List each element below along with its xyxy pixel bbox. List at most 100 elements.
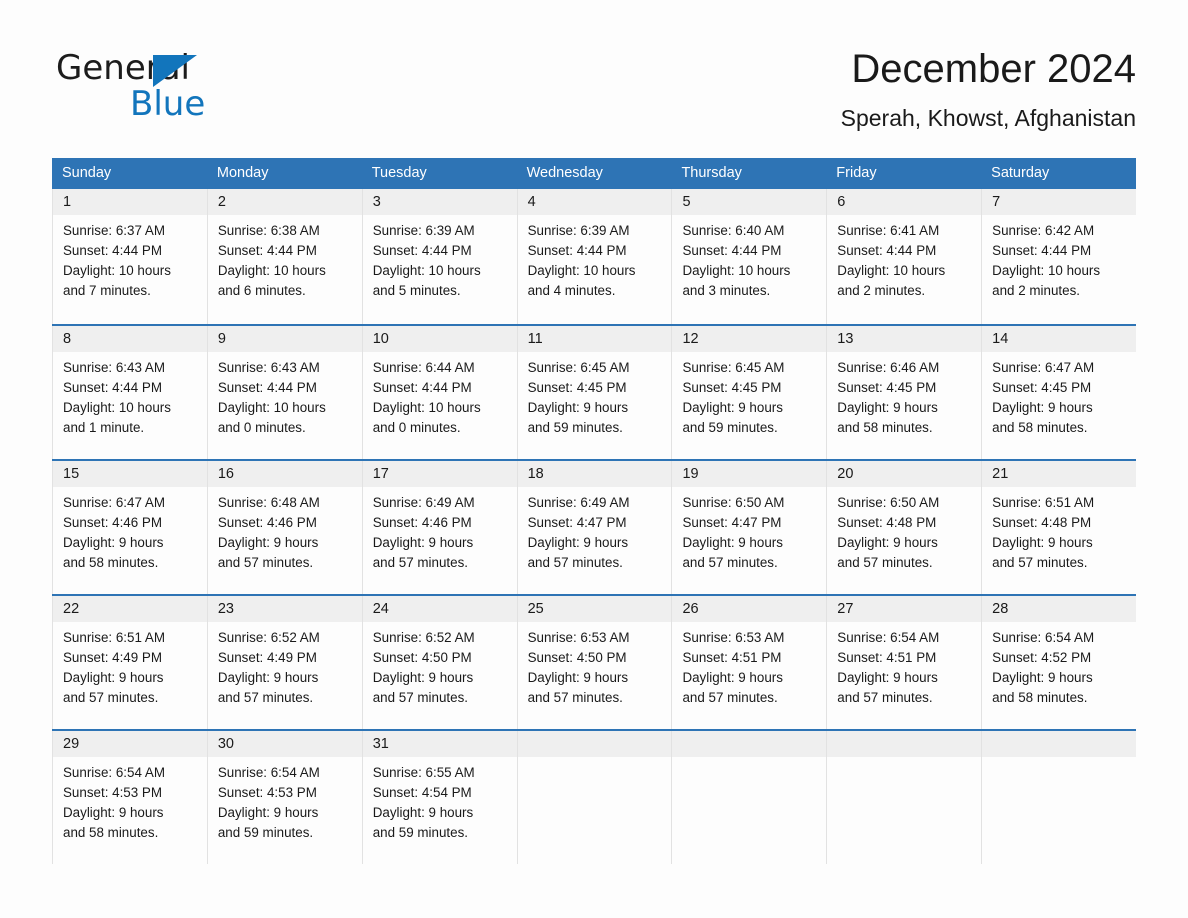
- day-sun-info: Sunrise: 6:54 AM Sunset: 4:52 PM Daylight:…: [992, 628, 1128, 708]
- daylight-text-line1: Daylight: 9 hours: [217, 805, 319, 820]
- general-blue-logo[interactable]: General Blue: [56, 48, 276, 130]
- daylight-text-line1: Daylight: 9 hours: [527, 670, 629, 685]
- calendar-day-cell[interactable]: 23 Sunrise: 6:52 AM Sunset: 4:49 PM Dayligh…: [206, 596, 362, 729]
- day-number: 7: [992, 194, 1001, 210]
- daylight-text-line1: Daylight: 9 hours: [63, 805, 164, 820]
- sunset-text: Sunset: 4:44 PM: [527, 243, 627, 258]
- daylight-text-line1: Daylight: 10 hours: [527, 263, 636, 278]
- calendar-day-cell[interactable]: 7 Sunrise: 6:42 AM Sunset: 4:44 PM Daylight…: [981, 189, 1136, 324]
- sunset-text: Sunset: 4:44 PM: [372, 243, 472, 258]
- daylight-text-line2: and 59 minutes.: [682, 420, 778, 435]
- daylight-text-line1: Daylight: 10 hours: [372, 400, 481, 415]
- day-number: 11: [527, 331, 543, 347]
- calendar-day-cell[interactable]: 28 Sunrise: 6:54 AM Sunset: 4:52 PM Dayligh…: [981, 596, 1136, 729]
- sunrise-text: Sunrise: 6:39 AM: [372, 223, 475, 238]
- sunrise-text: Sunrise: 6:50 AM: [682, 495, 785, 510]
- calendar-day-cell[interactable]: 19 Sunrise: 6:50 AM Sunset: 4:47 PM Dayligh…: [671, 461, 826, 594]
- calendar-day-cell[interactable]: 13 Sunrise: 6:46 AM Sunset: 4:45 PM Dayligh…: [826, 326, 981, 459]
- daylight-text-line2: and 59 minutes.: [527, 420, 623, 435]
- daylight-text-line2: and 58 minutes.: [992, 420, 1088, 435]
- calendar-day-cell[interactable]: 1 Sunrise: 6:37 AM Sunset: 4:44 PM Daylight…: [52, 189, 207, 324]
- weekday-header-saturday: Saturday: [991, 165, 1050, 181]
- calendar-day-cell[interactable]: 8 Sunrise: 6:43 AM Sunset: 4:44 PM Daylight…: [52, 326, 207, 459]
- calendar-day-cell[interactable]: 6 Sunrise: 6:41 AM Sunset: 4:44 PM Daylight…: [826, 189, 981, 324]
- day-number: 10: [372, 331, 389, 347]
- calendar-day-cell[interactable]: 3 Sunrise: 6:39 AM Sunset: 4:44 PM Daylight…: [361, 189, 517, 324]
- calendar-day-cell[interactable]: 21 Sunrise: 6:51 AM Sunset: 4:48 PM Dayligh…: [981, 461, 1136, 594]
- day-number: 21: [992, 466, 1009, 482]
- daylight-text-line2: and 6 minutes.: [217, 283, 306, 298]
- weekday-header-sunday: Sunday: [62, 165, 112, 181]
- calendar-day-cell[interactable]: 12 Sunrise: 6:45 AM Sunset: 4:45 PM Dayligh…: [671, 326, 826, 459]
- sunset-text: Sunset: 4:51 PM: [682, 650, 782, 665]
- calendar-day-cell[interactable]: 17 Sunrise: 6:49 AM Sunset: 4:46 PM Dayligh…: [361, 461, 517, 594]
- calendar-day-cell[interactable]: 16 Sunrise: 6:48 AM Sunset: 4:46 PM Dayligh…: [206, 461, 362, 594]
- daylight-text-line1: Daylight: 9 hours: [682, 670, 783, 685]
- daylight-text-line1: Daylight: 9 hours: [837, 400, 938, 415]
- day-number: 19: [682, 466, 699, 482]
- sunset-text: Sunset: 4:54 PM: [372, 785, 472, 800]
- calendar-week-row: 29 Sunrise: 6:54 AM Sunset: 4:53 PM Dayligh…: [52, 729, 1136, 864]
- daylight-text-line2: and 57 minutes.: [217, 690, 314, 705]
- calendar-day-cell[interactable]: 20 Sunrise: 6:50 AM Sunset: 4:48 PM Dayligh…: [826, 461, 981, 594]
- day-number: 20: [837, 466, 854, 482]
- sunrise-text: Sunrise: 6:39 AM: [527, 223, 630, 238]
- sunset-text: Sunset: 4:44 PM: [992, 243, 1092, 258]
- calendar-day-cell[interactable]: 24 Sunrise: 6:52 AM Sunset: 4:50 PM Dayligh…: [361, 596, 517, 729]
- sunrise-text: Sunrise: 6:52 AM: [372, 630, 475, 645]
- calendar-day-cell[interactable]: 22 Sunrise: 6:51 AM Sunset: 4:49 PM Dayligh…: [52, 596, 207, 729]
- sunrise-text: Sunrise: 6:54 AM: [217, 765, 320, 780]
- daylight-text-line2: and 57 minutes.: [682, 690, 778, 705]
- calendar-day-cell[interactable]: 27 Sunrise: 6:54 AM Sunset: 4:51 PM Dayligh…: [826, 596, 981, 729]
- sunset-text: Sunset: 4:51 PM: [837, 650, 937, 665]
- sunrise-text: Sunrise: 6:45 AM: [682, 360, 785, 375]
- sunrise-text: Sunrise: 6:48 AM: [217, 495, 320, 510]
- calendar-page: General Blue December 2024 Sperah, Khows…: [0, 0, 1188, 918]
- calendar-day-cell[interactable]: 9 Sunrise: 6:43 AM Sunset: 4:44 PM Daylight…: [206, 326, 362, 459]
- calendar-day-cell[interactable]: 25 Sunrise: 6:53 AM Sunset: 4:50 PM Dayligh…: [516, 596, 672, 729]
- daylight-text-line1: Daylight: 9 hours: [992, 400, 1093, 415]
- calendar-day-cell[interactable]: 15 Sunrise: 6:47 AM Sunset: 4:46 PM Dayligh…: [52, 461, 207, 594]
- calendar-day-cell[interactable]: 4 Sunrise: 6:39 AM Sunset: 4:44 PM Daylight…: [516, 189, 672, 324]
- sunset-text: Sunset: 4:45 PM: [992, 380, 1092, 395]
- day-sun-info: Sunrise: 6:51 AM Sunset: 4:49 PM Daylight:…: [63, 628, 199, 708]
- calendar-day-cell[interactable]: 10 Sunrise: 6:44 AM Sunset: 4:44 PM Dayligh…: [361, 326, 517, 459]
- sunset-text: Sunset: 4:45 PM: [837, 380, 937, 395]
- day-sun-info: Sunrise: 6:50 AM Sunset: 4:47 PM Daylight:…: [682, 493, 818, 573]
- daylight-text-line1: Daylight: 10 hours: [217, 263, 326, 278]
- daylight-text-line2: and 2 minutes.: [837, 283, 926, 298]
- sunrise-text: Sunrise: 6:46 AM: [837, 360, 940, 375]
- daylight-text-line1: Daylight: 9 hours: [992, 535, 1093, 550]
- calendar-day-cell[interactable]: 26 Sunrise: 6:53 AM Sunset: 4:51 PM Dayligh…: [671, 596, 826, 729]
- calendar-day-cell[interactable]: 2 Sunrise: 6:38 AM Sunset: 4:44 PM Daylight…: [206, 189, 362, 324]
- day-number: 1: [63, 194, 72, 210]
- daylight-text-line1: Daylight: 10 hours: [217, 400, 326, 415]
- calendar-day-cell[interactable]: 5 Sunrise: 6:40 AM Sunset: 4:44 PM Daylight…: [671, 189, 826, 324]
- sunset-text: Sunset: 4:44 PM: [837, 243, 937, 258]
- calendar-day-cell[interactable]: 18 Sunrise: 6:49 AM Sunset: 4:47 PM Dayligh…: [516, 461, 672, 594]
- day-number: 4: [527, 194, 536, 210]
- day-number: 22: [63, 601, 80, 617]
- daylight-text-line2: and 0 minutes.: [372, 420, 461, 435]
- daylight-text-line1: Daylight: 10 hours: [682, 263, 791, 278]
- day-number: 18: [527, 466, 544, 482]
- day-sun-info: Sunrise: 6:49 AM Sunset: 4:46 PM Daylight:…: [373, 493, 509, 573]
- sunrise-text: Sunrise: 6:47 AM: [992, 360, 1095, 375]
- calendar-day-cell[interactable]: 30 Sunrise: 6:54 AM Sunset: 4:53 PM Dayligh…: [206, 731, 362, 864]
- sunrise-text: Sunrise: 6:38 AM: [217, 223, 320, 238]
- day-sun-info: Sunrise: 6:51 AM Sunset: 4:48 PM Daylight:…: [992, 493, 1128, 573]
- calendar-day-cell[interactable]: 14 Sunrise: 6:47 AM Sunset: 4:45 PM Dayligh…: [981, 326, 1136, 459]
- calendar-day-cell[interactable]: 29 Sunrise: 6:54 AM Sunset: 4:53 PM Dayligh…: [52, 731, 207, 864]
- calendar-day-cell[interactable]: 31 Sunrise: 6:55 AM Sunset: 4:54 PM Dayligh…: [361, 731, 517, 864]
- calendar-week-row: 15 Sunrise: 6:47 AM Sunset: 4:46 PM Dayligh…: [52, 459, 1136, 594]
- day-number: 30: [217, 736, 234, 752]
- calendar-week-row: 8 Sunrise: 6:43 AM Sunset: 4:44 PM Daylight…: [52, 324, 1136, 459]
- sunset-text: Sunset: 4:49 PM: [63, 650, 162, 665]
- sunset-text: Sunset: 4:53 PM: [217, 785, 317, 800]
- calendar-day-cell[interactable]: 11 Sunrise: 6:45 AM Sunset: 4:45 PM Dayligh…: [516, 326, 672, 459]
- page-header: General Blue December 2024 Sperah, Khows…: [0, 0, 1188, 131]
- daylight-text-line1: Daylight: 10 hours: [63, 400, 171, 415]
- daylight-text-line2: and 0 minutes.: [217, 420, 306, 435]
- daylight-text-line2: and 2 minutes.: [992, 283, 1080, 298]
- day-sun-info: Sunrise: 6:54 AM Sunset: 4:51 PM Daylight:…: [837, 628, 973, 708]
